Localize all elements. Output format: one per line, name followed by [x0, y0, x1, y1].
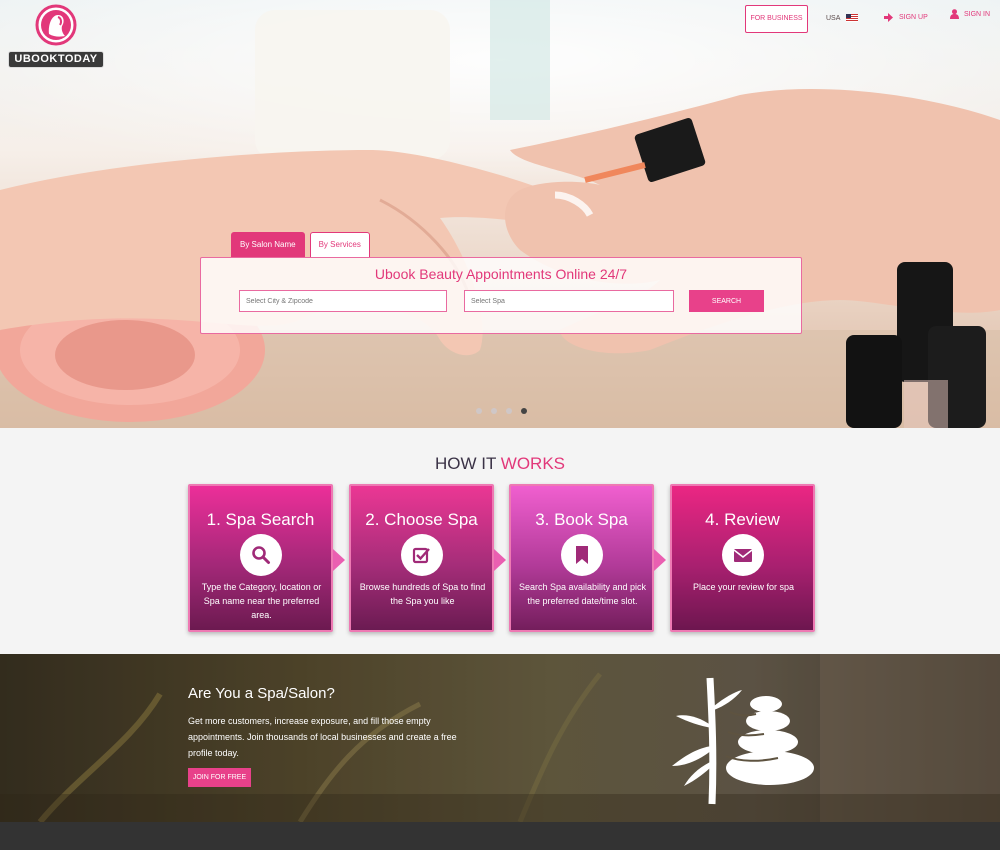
slider-dot[interactable] — [491, 408, 497, 414]
step-icon-circle — [240, 534, 282, 576]
step-title: 1. Spa Search — [206, 510, 315, 529]
sign-in-label: SIGN IN — [964, 10, 991, 18]
slider-dot[interactable] — [476, 408, 482, 414]
spa-salon-section: Are You a Spa/Salon? Get more customers,… — [0, 654, 1000, 822]
step-arrow-icon — [654, 549, 666, 571]
spa-section-title: Are You a Spa/Salon? — [188, 685, 335, 702]
hero-background-image — [0, 0, 1000, 428]
checkbox-icon — [412, 547, 430, 564]
country-selector[interactable]: USA — [826, 14, 859, 22]
bamboo-stones-icon — [672, 677, 814, 805]
bookmark-icon — [576, 546, 588, 564]
spa-input[interactable] — [464, 290, 674, 312]
search-tabs: By Salon Name By Services — [231, 232, 370, 258]
step-arrow-icon — [333, 549, 345, 571]
city-zipcode-input[interactable] — [239, 290, 447, 312]
step-card-review[interactable]: 4. Review Place your review for spa — [670, 484, 815, 632]
step-title: 2. Choose Spa — [365, 510, 478, 529]
how-title-part1: HOW IT — [434, 454, 497, 473]
user-icon — [950, 9, 959, 19]
join-for-free-button[interactable]: JOIN FOR FREE — [188, 768, 251, 787]
sign-in-arrow-icon — [884, 13, 893, 22]
tab-by-salon-name[interactable]: By Salon Name — [231, 232, 305, 258]
step-icon-circle — [401, 534, 443, 576]
spa-section-text: Get more customers, increase exposure, a… — [188, 716, 457, 758]
step-card-spa-search[interactable]: 1. Spa Search Type the Category, locatio… — [188, 484, 333, 632]
how-title-part2: WORKS — [500, 454, 566, 473]
search-icon — [252, 546, 270, 564]
search-panel: Ubook Beauty Appointments Online 24/7 SE… — [200, 257, 802, 334]
logo-wordmark: UBOOKTODAY — [8, 51, 104, 68]
sign-up-label: SIGN UP — [899, 14, 928, 21]
step-description: Browse hundreds of Spa to find the Spa y… — [359, 582, 486, 606]
step-card-choose-spa[interactable]: 2. Choose Spa Browse hundreds of Spa to … — [349, 484, 494, 632]
step-title: 3. Book Spa — [535, 510, 628, 529]
spa-background-image — [0, 654, 1000, 822]
sign-up-link[interactable]: SIGN UP — [884, 13, 928, 22]
step-description: Type the Category, location or Spa name … — [201, 582, 322, 620]
us-flag-icon — [846, 14, 859, 22]
search-button[interactable]: SEARCH — [689, 290, 764, 312]
envelope-icon — [733, 549, 753, 562]
slider-dots — [476, 408, 527, 414]
logo-emblem-icon — [35, 4, 77, 46]
hero-banner: UBOOKTODAY FOR BUSINESS USA SIGN UP SIGN… — [0, 0, 1000, 428]
how-it-works-section: HOW IT WORKS 1. Spa Search Type the Cate… — [0, 428, 1000, 654]
how-it-works-title: HOW IT WORKS — [0, 454, 1000, 474]
slider-dot-active[interactable] — [521, 408, 527, 414]
step-description: Place your review for spa — [692, 582, 795, 592]
site-logo[interactable]: UBOOKTODAY — [8, 4, 104, 68]
sign-in-link[interactable]: SIGN IN — [950, 9, 990, 19]
step-card-book-spa[interactable]: 3. Book Spa Search Spa availability and … — [509, 484, 654, 632]
step-icon-circle — [722, 534, 764, 576]
footer-bar — [0, 822, 1000, 850]
step-title: 4. Review — [705, 510, 780, 529]
slider-dot[interactable] — [506, 408, 512, 414]
for-business-button[interactable]: FOR BUSINESS — [745, 5, 808, 33]
country-label: USA — [826, 14, 841, 22]
search-title: Ubook Beauty Appointments Online 24/7 — [374, 266, 628, 282]
step-icon-circle — [561, 534, 603, 576]
step-description: Search Spa availability and pick the pre… — [518, 582, 647, 606]
tab-by-services[interactable]: By Services — [309, 232, 370, 258]
step-arrow-icon — [494, 549, 506, 571]
